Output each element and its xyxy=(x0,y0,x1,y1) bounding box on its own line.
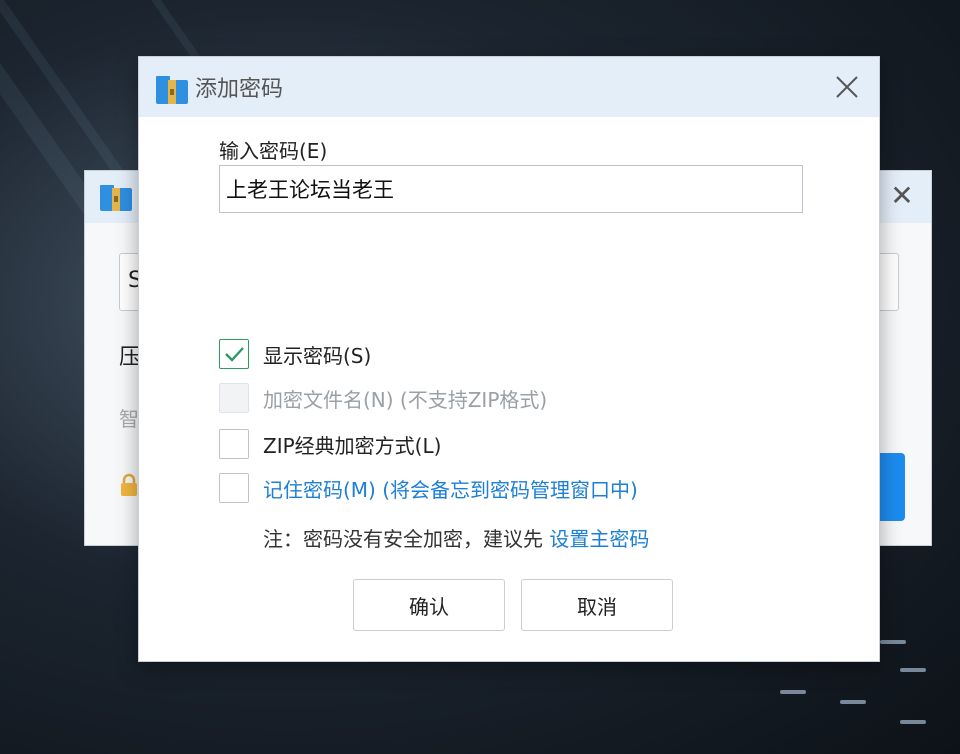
show-password-label: 显示密码(S) xyxy=(263,343,372,368)
dialog-title: 添加密码 xyxy=(195,77,284,102)
archive-folder-icon xyxy=(100,185,132,211)
confirm-button[interactable]: 确认 xyxy=(353,579,505,631)
security-note: 注：密码没有安全加密，建议先 设置主密码 xyxy=(263,523,649,552)
password-label: 输入密码(E) xyxy=(219,139,328,163)
set-master-password-link[interactable]: 设置主密码 xyxy=(549,527,649,551)
show-password-checkbox[interactable] xyxy=(219,339,249,369)
show-password-option[interactable]: 显示密码(S) xyxy=(219,337,371,371)
zip-classic-option[interactable]: ZIP经典加密方式(L) xyxy=(219,427,441,461)
encrypt-filename-label: 加密文件名(N) (不支持ZIP格式) xyxy=(263,387,548,412)
encrypt-filename-checkbox xyxy=(219,383,249,413)
checkmark-icon xyxy=(225,347,244,362)
remember-password-checkbox[interactable] xyxy=(219,473,249,503)
remember-password-label[interactable]: 记住密码(M) (将会备忘到密码管理窗口中) xyxy=(263,474,638,503)
zip-classic-checkbox[interactable] xyxy=(219,429,249,459)
lock-icon xyxy=(121,473,137,496)
security-note-text: 注：密码没有安全加密，建议先 xyxy=(263,527,543,551)
background-hint: 智 xyxy=(119,407,139,431)
add-password-dialog: 添加密码 输入密码(E) 显示密码(S) 加密文件名(N) (不支持ZIP格式)… xyxy=(138,56,880,662)
background-close-icon[interactable]: ✕ xyxy=(887,181,917,211)
cancel-button[interactable]: 取消 xyxy=(521,579,673,631)
remember-password-option[interactable]: 记住密码(M) (将会备忘到密码管理窗口中) xyxy=(219,471,638,505)
close-icon[interactable] xyxy=(831,71,863,103)
archive-folder-icon xyxy=(156,76,188,104)
dialog-titlebar: 添加密码 xyxy=(139,57,879,117)
encrypt-filename-option: 加密文件名(N) (不支持ZIP格式) xyxy=(219,381,547,415)
zip-classic-label: ZIP经典加密方式(L) xyxy=(263,433,442,458)
password-input[interactable] xyxy=(219,165,803,213)
